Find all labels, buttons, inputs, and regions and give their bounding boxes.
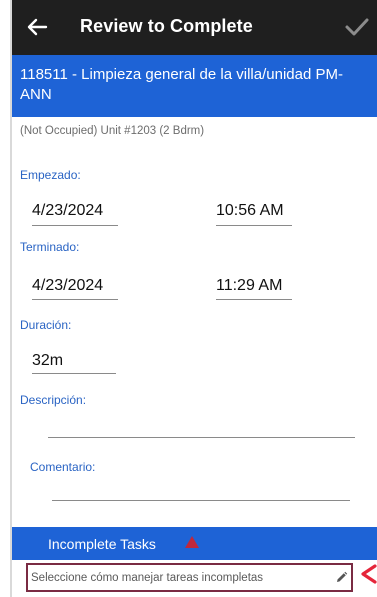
incomplete-tasks-header: Incomplete Tasks [12,527,377,560]
started-date-underline [32,225,118,226]
page-title: Review to Complete [80,16,253,36]
annotation-arrow-icon [361,564,377,584]
app-bar: Review to Complete [12,0,377,55]
unit-description: (Not Occupied) Unit #1203 (2 Bdrm) [20,125,205,137]
job-banner: 118511 - Limpieza general de la villa/un… [12,55,377,117]
arrow-left-icon [27,18,48,36]
incomplete-tasks-prompt: Seleccione cómo manejar tareas incomplet… [31,572,264,584]
incomplete-tasks-selector[interactable]: Seleccione cómo manejar tareas incomplet… [26,563,353,592]
finished-date-field[interactable]: 4/23/2024 [32,277,103,295]
back-button[interactable] [20,10,54,44]
finished-date-underline [32,299,118,300]
duration-label: Duración: [20,318,72,332]
description-underline [48,437,355,438]
check-icon [345,18,369,36]
confirm-button[interactable] [342,12,372,42]
started-time-underline [216,225,292,226]
review-to-complete-screen: Review to Complete 118511 - Limpieza gen… [12,0,377,597]
description-label: Descripción: [20,393,87,407]
finished-time-underline [216,299,292,300]
comment-label: Comentario: [30,460,96,474]
incomplete-tasks-label: Incomplete Tasks [48,536,156,552]
started-label: Empezado: [20,168,81,182]
finished-time-field[interactable]: 11:29 AM [216,277,282,295]
finished-label: Terminado: [20,240,80,254]
comment-underline [52,500,350,501]
duration-field[interactable]: 32m [32,352,63,370]
duration-underline [32,373,116,374]
started-date-field[interactable]: 4/23/2024 [32,202,103,220]
warning-triangle-icon [185,536,199,548]
started-time-field[interactable]: 10:56 AM [216,202,284,220]
pencil-icon[interactable] [335,571,348,584]
job-title: 118511 - Limpieza general de la villa/un… [20,66,343,103]
